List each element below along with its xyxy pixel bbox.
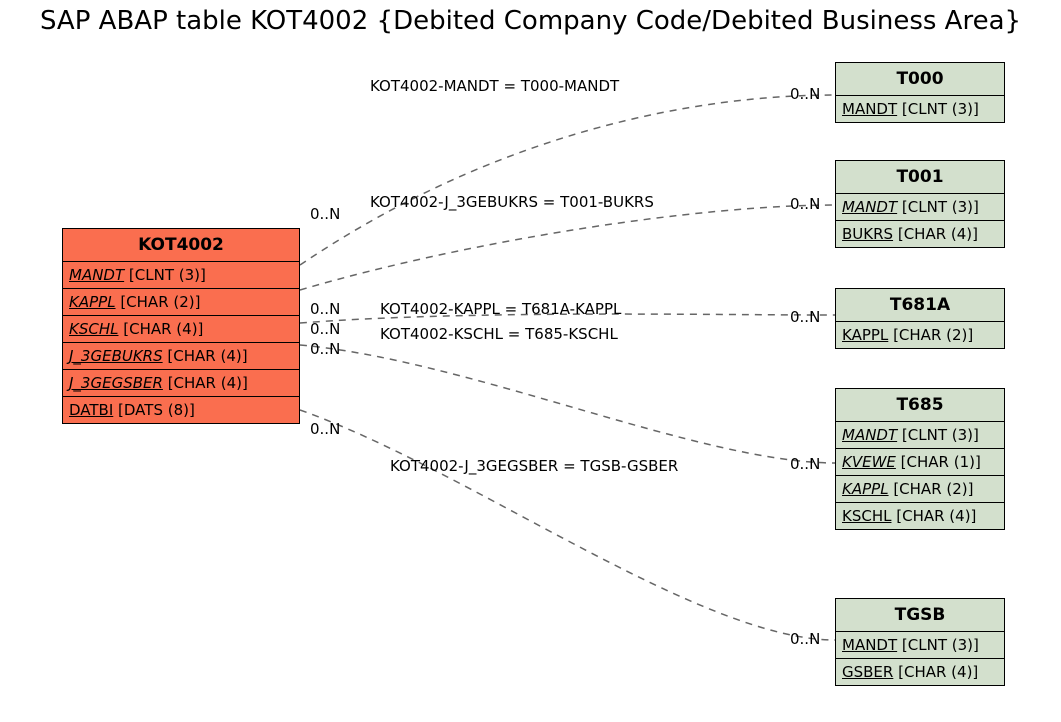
entity-header: TGSB xyxy=(836,599,1004,632)
field-row: BUKRS [CHAR (4)] xyxy=(836,221,1004,247)
entity-t681a: T681A KAPPL [CHAR (2)] xyxy=(835,288,1005,349)
field-row: DATBI [DATS (8)] xyxy=(63,397,299,423)
entity-t000: T000 MANDT [CLNT (3)] xyxy=(835,62,1005,123)
entity-t685: T685 MANDT [CLNT (3)] KVEWE [CHAR (1)] K… xyxy=(835,388,1005,530)
edge-label: KOT4002-KSCHL = T685-KSCHL xyxy=(380,325,618,343)
field-row: MANDT [CLNT (3)] xyxy=(836,96,1004,122)
entity-header: T685 xyxy=(836,389,1004,422)
edge-label: KOT4002-MANDT = T000-MANDT xyxy=(370,77,619,95)
cardinality-label: 0..N xyxy=(310,205,340,223)
entity-tgsb: TGSB MANDT [CLNT (3)] GSBER [CHAR (4)] xyxy=(835,598,1005,686)
field-row: KSCHL [CHAR (4)] xyxy=(63,316,299,343)
field-row: MANDT [CLNT (3)] xyxy=(836,632,1004,659)
entity-kot4002: KOT4002 MANDT [CLNT (3)] KAPPL [CHAR (2)… xyxy=(62,228,300,424)
cardinality-label: 0..N xyxy=(310,300,340,318)
field-row: KAPPL [CHAR (2)] xyxy=(836,322,1004,348)
cardinality-label: 0..N xyxy=(790,455,820,473)
field-row: MANDT [CLNT (3)] xyxy=(63,262,299,289)
field-row: KSCHL [CHAR (4)] xyxy=(836,503,1004,529)
field-row: J_3GEGSBER [CHAR (4)] xyxy=(63,370,299,397)
field-row: MANDT [CLNT (3)] xyxy=(836,194,1004,221)
entity-header: T001 xyxy=(836,161,1004,194)
cardinality-label: 0..N xyxy=(790,85,820,103)
page-title: SAP ABAP table KOT4002 {Debited Company … xyxy=(0,6,1061,36)
edge-label: KOT4002-KAPPL = T681A-KAPPL xyxy=(380,300,621,318)
cardinality-label: 0..N xyxy=(790,630,820,648)
cardinality-label: 0..N xyxy=(790,195,820,213)
field-row: KAPPL [CHAR (2)] xyxy=(836,476,1004,503)
field-row: GSBER [CHAR (4)] xyxy=(836,659,1004,685)
entity-header: KOT4002 xyxy=(63,229,299,262)
field-row: KVEWE [CHAR (1)] xyxy=(836,449,1004,476)
field-row: KAPPL [CHAR (2)] xyxy=(63,289,299,316)
entity-header: T681A xyxy=(836,289,1004,322)
entity-header: T000 xyxy=(836,63,1004,96)
entity-t001: T001 MANDT [CLNT (3)] BUKRS [CHAR (4)] xyxy=(835,160,1005,248)
cardinality-label: 0..N xyxy=(790,308,820,326)
edge-label: KOT4002-J_3GEGSBER = TGSB-GSBER xyxy=(390,457,678,475)
cardinality-label: 0..N xyxy=(310,320,340,338)
cardinality-label: 0..N xyxy=(310,340,340,358)
cardinality-label: 0..N xyxy=(310,420,340,438)
field-row: J_3GEBUKRS [CHAR (4)] xyxy=(63,343,299,370)
edge-label: KOT4002-J_3GEBUKRS = T001-BUKRS xyxy=(370,193,654,211)
field-row: MANDT [CLNT (3)] xyxy=(836,422,1004,449)
